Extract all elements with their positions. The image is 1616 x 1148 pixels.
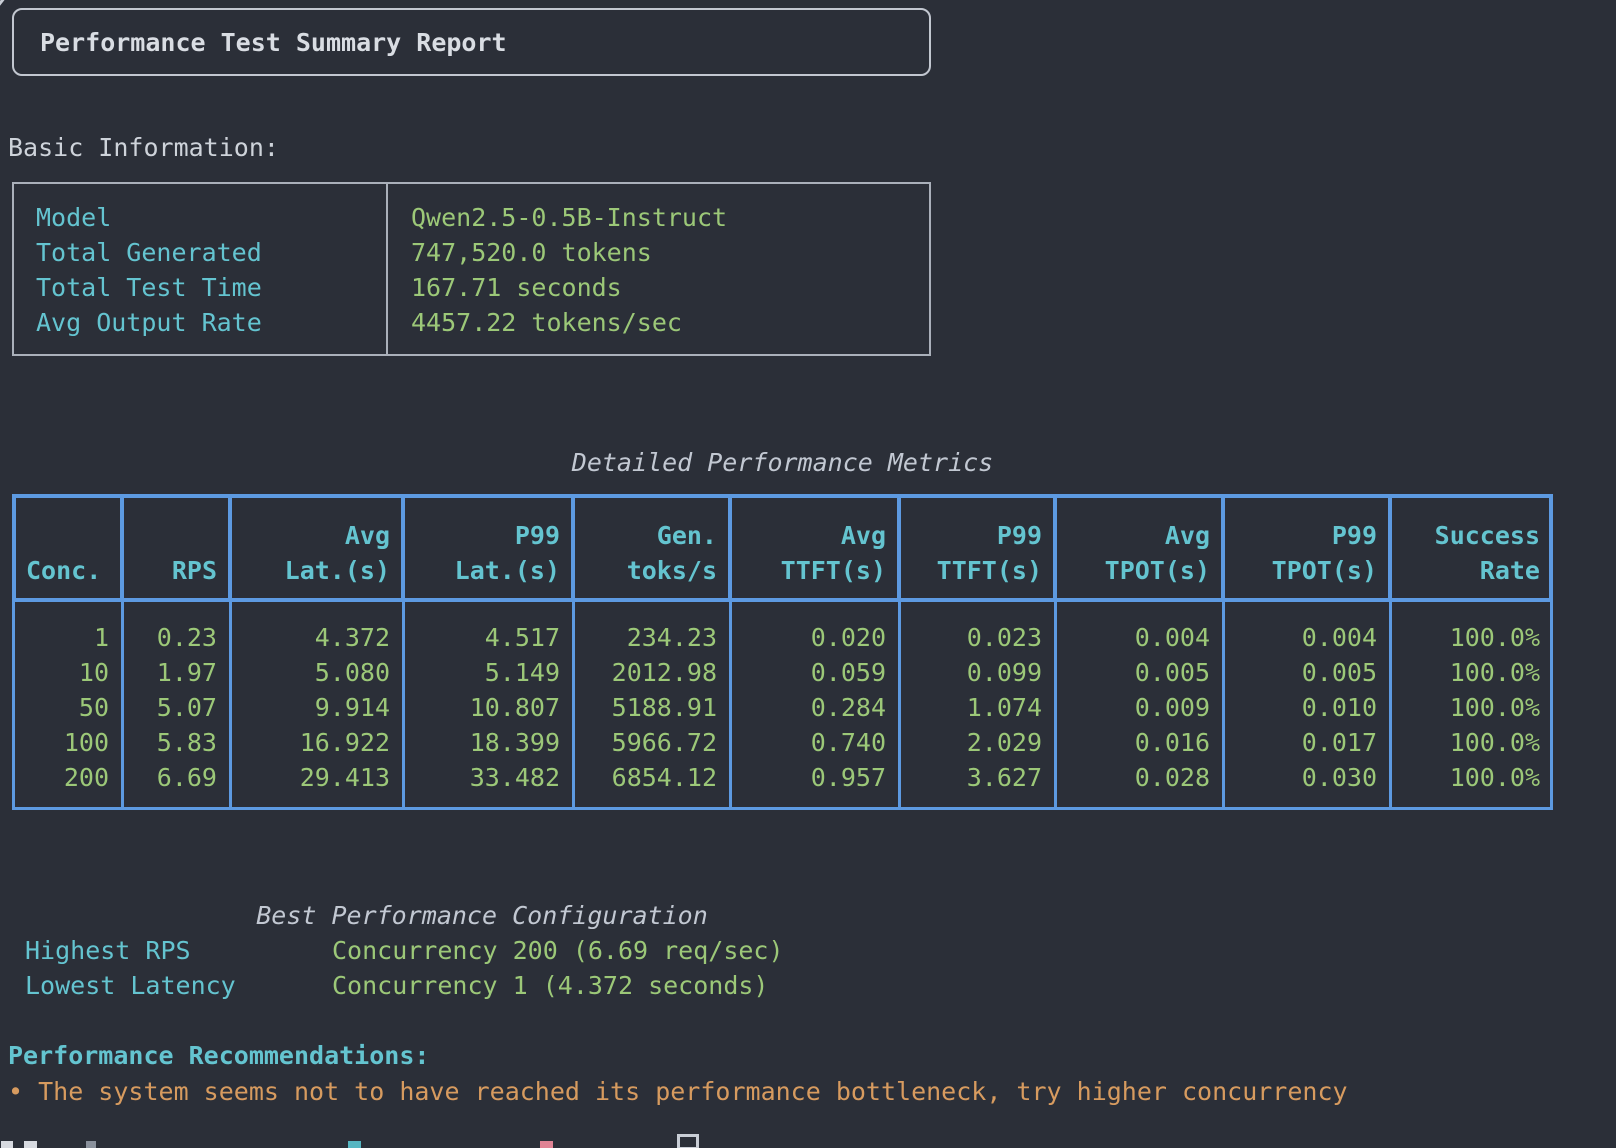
metrics-body-gridline xyxy=(121,602,124,807)
basic-info-value: 747,520.0 tokens xyxy=(411,235,652,270)
basic-info-row: Total Generated 747,520.0 tokens xyxy=(14,235,929,270)
clipped-glyph xyxy=(540,1141,553,1148)
basic-info-value: Qwen2.5-0.5B-Instruct xyxy=(411,200,727,235)
metrics-body-gridline xyxy=(402,602,405,807)
metrics-header-gridline xyxy=(1221,498,1225,598)
metrics-body-gridline xyxy=(1222,602,1225,807)
report-title: Performance Test Summary Report xyxy=(40,25,507,60)
basic-info-value: 167.71 seconds xyxy=(411,270,622,305)
metrics-body-gridline xyxy=(898,602,901,807)
recommendation-item: • The system seems not to have reached i… xyxy=(8,1074,1348,1109)
metrics-body-gridline xyxy=(572,602,575,807)
best-config-label: Highest RPS xyxy=(25,933,191,968)
basic-info-label: Total Generated xyxy=(36,235,262,270)
terminal-screen[interactable]: { "title_panel": { "title": "Performance… xyxy=(0,0,1616,1148)
best-config-table: Highest RPS Concurrency 200 (6.69 req/sec… xyxy=(12,933,952,1003)
metrics-body-border xyxy=(12,602,1553,810)
best-config-label: Lowest Latency xyxy=(25,968,236,1003)
report-title-panel: Performance Test Summary Report xyxy=(12,8,931,76)
best-config-row: Lowest Latency Concurrency 1 (4.372 secon… xyxy=(12,968,952,1003)
metrics-body-gridline xyxy=(1054,602,1057,807)
metrics-header-gridline xyxy=(571,498,575,598)
metrics-header-border xyxy=(12,494,1553,602)
metrics-header-gridline xyxy=(728,498,732,598)
basic-info-label: Model xyxy=(36,200,111,235)
clipped-glyph xyxy=(86,1141,96,1148)
basic-info-row: Total Test Time 167.71 seconds xyxy=(14,270,929,305)
best-config-caption: Best Performance Configuration xyxy=(12,898,952,933)
metrics-header-gridline xyxy=(401,498,405,598)
best-config-row: Highest RPS Concurrency 200 (6.69 req/sec… xyxy=(12,933,952,968)
basic-info-value: 4457.22 tokens/sec xyxy=(411,305,682,340)
basic-info-heading: Basic Information: xyxy=(8,130,279,165)
best-config-value: Concurrency 1 (4.372 seconds) xyxy=(332,968,769,1003)
metrics-header-gridline xyxy=(1388,498,1392,598)
recommendations-heading: Performance Recommendations: xyxy=(8,1038,429,1073)
metrics-header-gridline xyxy=(228,498,232,598)
metrics-body-gridline xyxy=(1389,602,1392,807)
basic-info-row: Model Qwen2.5-0.5B-Instruct xyxy=(14,200,929,235)
best-config-value: Concurrency 200 (6.69 req/sec) xyxy=(332,933,784,968)
clipped-box-glyph xyxy=(677,1134,699,1148)
metrics-body-gridline xyxy=(729,602,732,807)
clipped-glyph xyxy=(24,1141,37,1148)
metrics-body-gridline xyxy=(229,602,232,807)
clipped-glyph xyxy=(348,1141,361,1148)
basic-info-table: ModelQwen2.5-0.5B-InstructTotal Generate… xyxy=(12,182,931,356)
metrics-header-gridline xyxy=(1053,498,1057,598)
clipped-glyph xyxy=(1,1141,13,1148)
metrics-table-caption: Detailed Performance Metrics xyxy=(12,445,1553,480)
metrics-header-gridline xyxy=(120,498,124,598)
metrics-header-gridline xyxy=(897,498,901,598)
basic-info-label: Total Test Time xyxy=(36,270,262,305)
clipped-glyph-top-left xyxy=(0,0,7,14)
metrics-table: Conc.RPSAvg Lat.(s)P99 Lat.(s)Gen. toks/… xyxy=(12,494,1553,810)
basic-info-row: Avg Output Rate 4457.22 tokens/sec xyxy=(14,305,929,340)
basic-info-label: Avg Output Rate xyxy=(36,305,262,340)
